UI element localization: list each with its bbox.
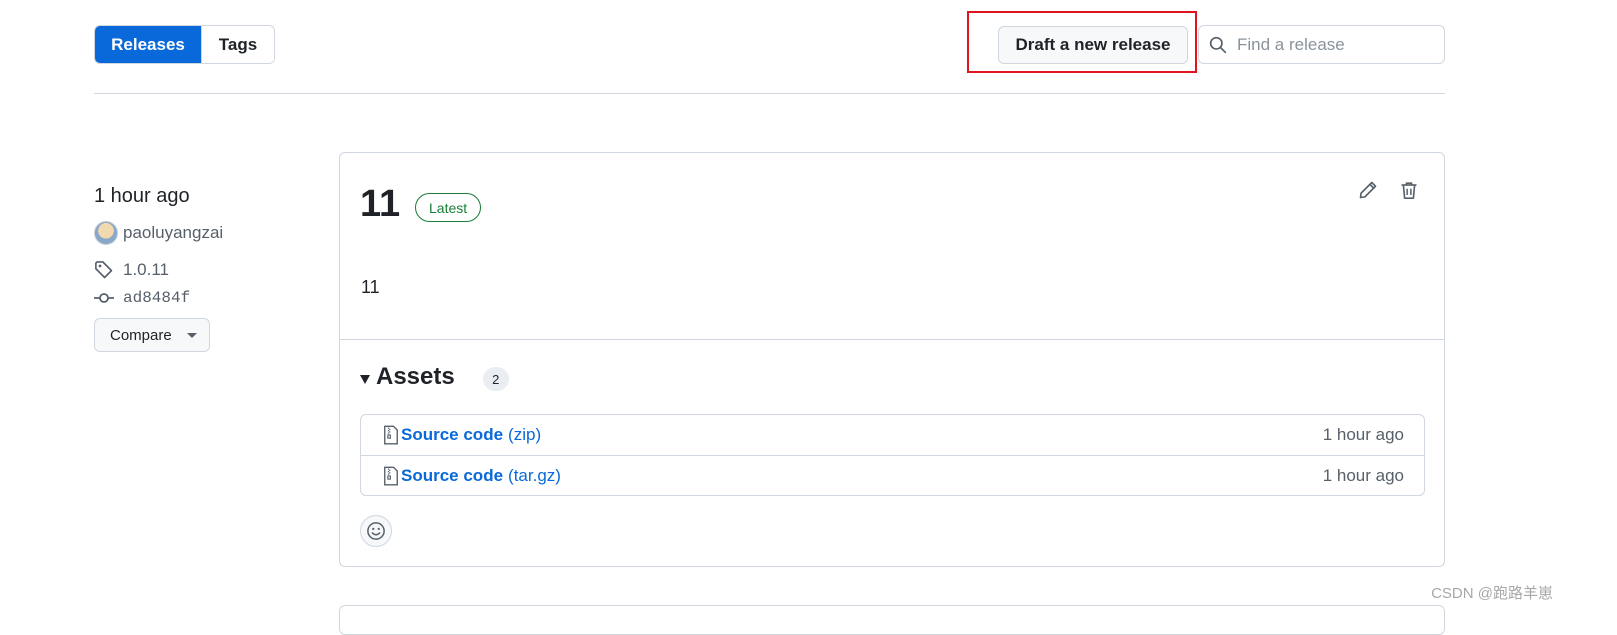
- caret-down-icon: [360, 374, 370, 384]
- tab-tags[interactable]: Tags: [201, 26, 274, 63]
- release-title[interactable]: 11: [360, 183, 400, 226]
- watermark: CSDN @跑路羊崽: [1431, 585, 1553, 602]
- commit-hash[interactable]: ad8484f: [123, 289, 190, 307]
- releases-tags-switch: Releases Tags: [94, 25, 275, 64]
- compare-label: Compare: [110, 326, 172, 344]
- asset-link[interactable]: Source code: [401, 466, 503, 486]
- chevron-down-icon: [186, 332, 197, 338]
- search-input[interactable]: [1237, 34, 1427, 55]
- next-release-card: [339, 605, 1445, 635]
- delete-button[interactable]: [1396, 177, 1422, 203]
- search-icon: [1209, 36, 1227, 53]
- trash-icon: [1401, 182, 1417, 199]
- file-zip-icon: [384, 425, 398, 445]
- header-divider: [94, 93, 1445, 94]
- add-reaction-button[interactable]: [360, 515, 392, 547]
- asset-time: 1 hour ago: [1322, 425, 1404, 444]
- list-item[interactable]: Source code (tar.gz) 1 hour ago: [361, 455, 1424, 495]
- asset-time: 1 hour ago: [1322, 465, 1404, 485]
- list-item[interactable]: Source code (zip) 1 hour ago: [361, 415, 1424, 455]
- pencil-icon: [1359, 181, 1377, 199]
- tag-label[interactable]: 1.0.11: [123, 260, 169, 280]
- release-search[interactable]: [1198, 25, 1445, 64]
- edit-button[interactable]: [1355, 177, 1381, 203]
- asset-ext[interactable]: (zip): [508, 425, 541, 445]
- compare-button[interactable]: Compare: [94, 318, 210, 352]
- draft-new-release-button[interactable]: Draft a new release: [998, 26, 1188, 64]
- card-divider: [340, 339, 1444, 340]
- file-zip-icon: [384, 466, 398, 485]
- release-author[interactable]: paoluyangzai: [94, 221, 223, 245]
- author-name[interactable]: paoluyangzai: [123, 223, 223, 243]
- release-card: 11 Latest 11 Assets 2 Source code (zip) …: [339, 152, 1445, 567]
- assets-label: Assets: [376, 363, 455, 390]
- latest-badge: Latest: [415, 193, 482, 222]
- release-tag[interactable]: 1.0.11: [94, 260, 169, 280]
- asset-ext[interactable]: (tar.gz): [508, 466, 561, 486]
- tab-releases[interactable]: Releases: [95, 26, 201, 63]
- asset-link[interactable]: Source code: [401, 425, 503, 445]
- release-commit[interactable]: ad8484f: [94, 288, 190, 308]
- release-time: 1 hour ago: [94, 185, 190, 207]
- tag-icon: [95, 261, 113, 279]
- avatar: [94, 221, 118, 245]
- asset-list: Source code (zip) 1 hour ago Source code…: [360, 414, 1425, 496]
- assets-count: 2: [482, 367, 509, 391]
- release-notes: 11: [361, 277, 380, 297]
- smiley-icon: [367, 522, 385, 540]
- commit-icon: [94, 293, 114, 303]
- assets-toggle[interactable]: Assets 2: [360, 363, 509, 391]
